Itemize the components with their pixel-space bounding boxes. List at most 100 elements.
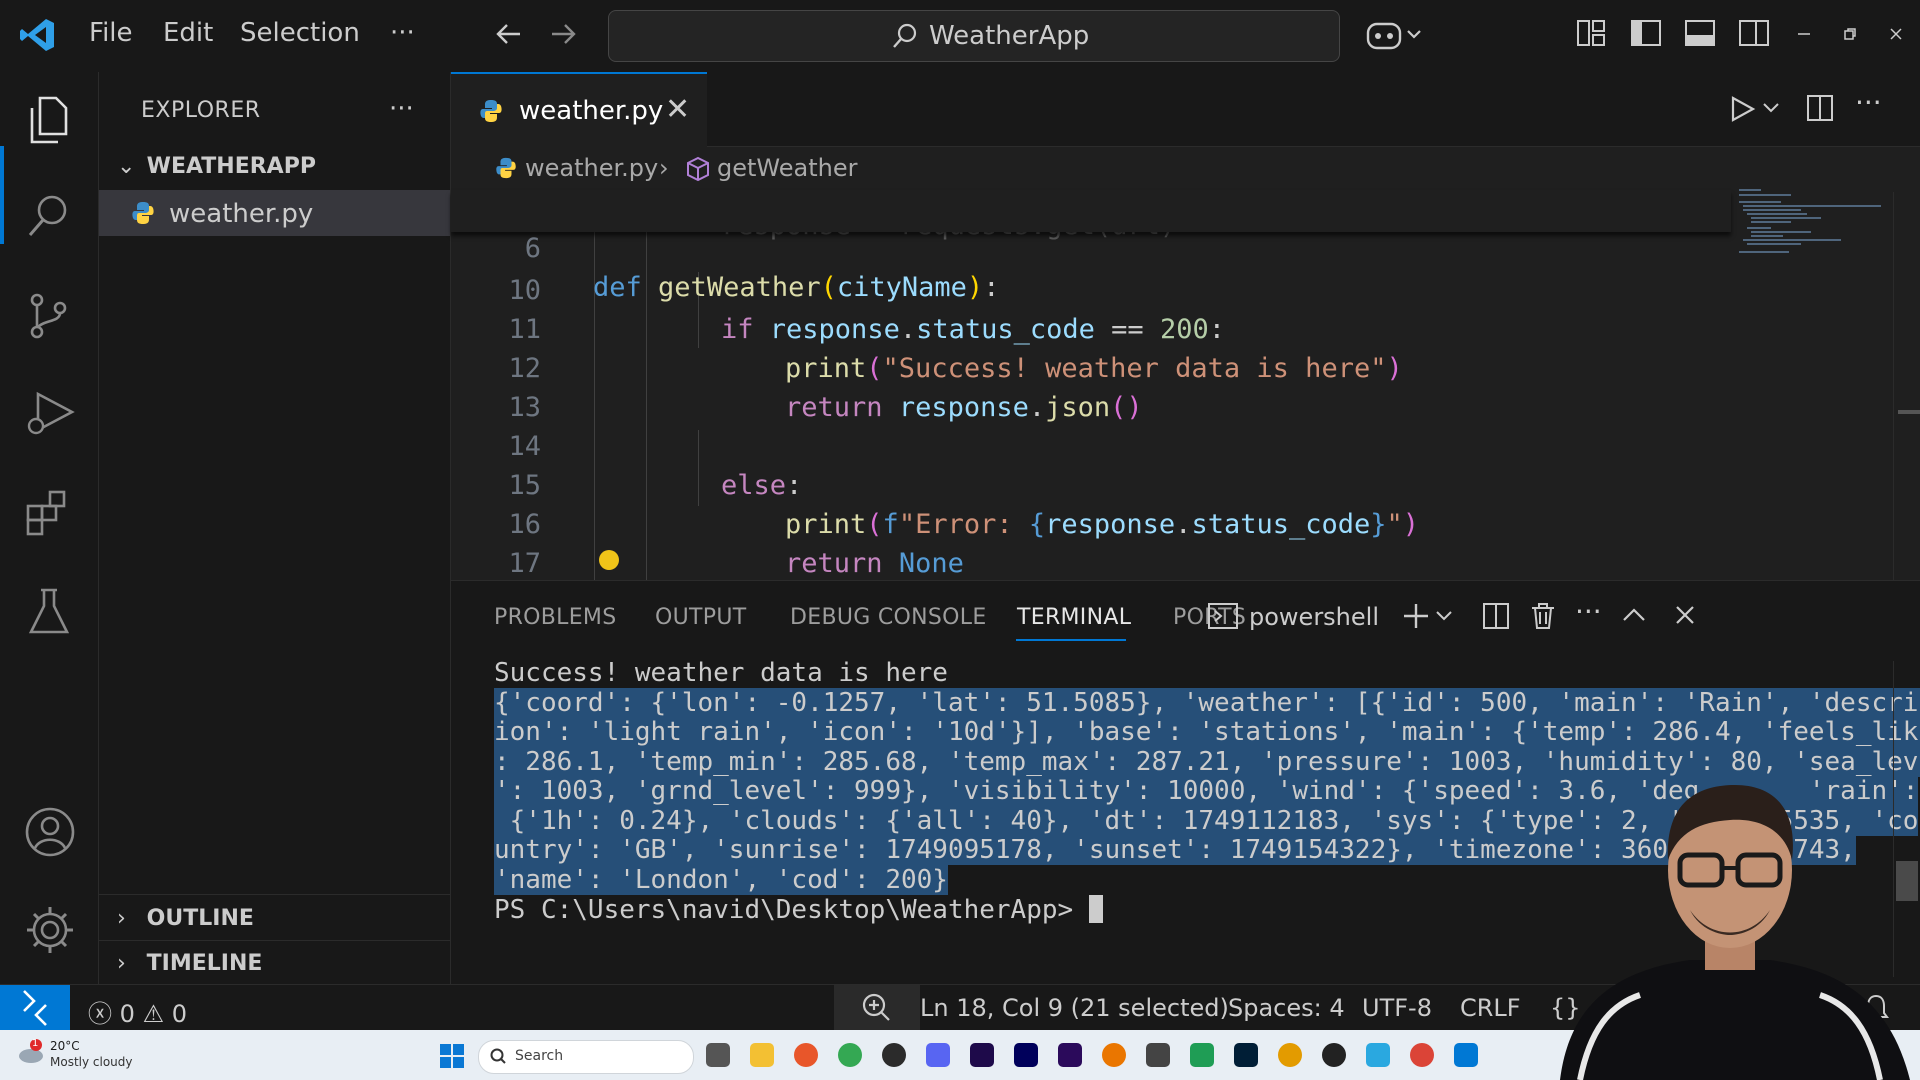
audition-icon[interactable] xyxy=(1014,1043,1038,1067)
folder-header-weatherapp[interactable]: ⌄ WEATHERAPP xyxy=(117,154,316,179)
minimize-icon[interactable] xyxy=(1796,26,1812,42)
breadcrumb-symbol[interactable]: getWeather xyxy=(717,154,857,182)
copilot-icon[interactable] xyxy=(1366,18,1422,52)
split-editor-icon[interactable] xyxy=(1805,92,1835,124)
taskbar-search[interactable]: Search xyxy=(478,1040,694,1074)
explorer-sidebar: EXPLORER ··· ⌄ WEATHERAPP weather.py › O… xyxy=(99,72,451,984)
terminal-prompt: PS C:\Users\navid\Desktop\WeatherApp> xyxy=(494,895,1089,925)
search-icon xyxy=(489,1047,507,1065)
run-dropdown-chevron-icon[interactable] xyxy=(1761,100,1781,116)
tab-output[interactable]: OUTPUT xyxy=(655,605,746,630)
weather-badge: 1 xyxy=(32,1038,39,1049)
tab-debug-console[interactable]: DEBUG CONSOLE xyxy=(790,605,987,630)
file-item-weather-py[interactable]: weather.py xyxy=(99,190,450,236)
method-cube-icon xyxy=(685,156,711,182)
tab-weather-py[interactable]: weather.py ✕ xyxy=(451,72,707,149)
premiere-icon[interactable] xyxy=(970,1043,994,1067)
weather-widget-icon[interactable] xyxy=(16,1037,46,1067)
discord-icon[interactable] xyxy=(926,1043,950,1067)
maximize-panel-chevron-up-icon[interactable] xyxy=(1621,605,1647,625)
terminal-line-selected: ion': 'light rain', 'icon': '10d'}], 'ba… xyxy=(494,717,1920,747)
split-terminal-icon[interactable] xyxy=(1481,601,1511,631)
new-terminal-plus-icon[interactable] xyxy=(1401,601,1431,631)
run-python-icon[interactable] xyxy=(1727,92,1757,126)
zoom-button[interactable] xyxy=(834,985,920,1031)
media-encoder-icon[interactable] xyxy=(1058,1043,1082,1067)
customize-layout-icon[interactable] xyxy=(1576,18,1606,48)
tab-terminal[interactable]: TERMINAL xyxy=(1017,605,1131,630)
indentation[interactable]: Spaces: 4 xyxy=(1228,994,1345,1022)
forward-arrow-icon[interactable] xyxy=(548,18,578,50)
panel-more-icon[interactable]: ··· xyxy=(1575,595,1602,628)
file-name: weather.py xyxy=(169,199,314,229)
account-icon[interactable] xyxy=(24,806,76,858)
testing-icon[interactable] xyxy=(24,586,74,638)
lightbulb-icon[interactable] xyxy=(599,550,619,570)
toggle-sidebar-icon[interactable] xyxy=(1630,18,1662,48)
editor-tabs: weather.py ✕ ··· xyxy=(451,72,1920,149)
tab-problems[interactable]: PROBLEMS xyxy=(494,605,616,630)
lock-app-icon[interactable] xyxy=(1190,1043,1214,1067)
close-window-icon[interactable] xyxy=(1888,26,1904,42)
menu-edit[interactable]: Edit xyxy=(163,18,213,48)
scrollbar-thumb[interactable] xyxy=(1898,410,1920,414)
outline-section[interactable]: › OUTLINE xyxy=(117,906,254,931)
sticky-scroll-line[interactable]: 6 def getWeather(cityName): xyxy=(451,190,1731,303)
search-icon xyxy=(891,22,919,50)
extensions-icon[interactable] xyxy=(24,486,74,538)
toggle-panel-icon[interactable] xyxy=(1684,18,1716,48)
command-center-search[interactable]: WeatherApp xyxy=(608,10,1340,62)
calendar-icon[interactable] xyxy=(1146,1043,1170,1067)
kill-terminal-trash-icon[interactable] xyxy=(1529,601,1557,631)
run-debug-icon[interactable] xyxy=(24,388,78,440)
manage-gear-icon[interactable] xyxy=(24,904,76,956)
menu-more[interactable]: ··· xyxy=(390,18,415,48)
photoshop-icon[interactable] xyxy=(1234,1043,1258,1067)
chrome-alt-icon[interactable] xyxy=(1410,1043,1434,1067)
cursor-position[interactable]: Ln 18, Col 9 (21 selected) xyxy=(920,994,1229,1022)
obs-icon[interactable] xyxy=(1322,1043,1346,1067)
terminal-line: Success! weather data is here xyxy=(494,658,948,688)
file-explorer-icon[interactable] xyxy=(750,1043,774,1067)
remote-indicator[interactable] xyxy=(0,985,70,1031)
vscode-taskbar-icon[interactable] xyxy=(1454,1043,1478,1067)
restore-icon[interactable] xyxy=(1842,26,1858,42)
app-icon[interactable] xyxy=(1278,1043,1302,1067)
toggle-secondary-sidebar-icon[interactable] xyxy=(1738,18,1770,48)
app-icon[interactable] xyxy=(1366,1043,1390,1067)
warning-icon: ⚠ xyxy=(142,1000,165,1028)
windows-start-icon[interactable] xyxy=(440,1044,464,1068)
taskbar-search-label: Search xyxy=(515,1048,564,1064)
terminal-dropdown-chevron-icon[interactable] xyxy=(1435,609,1453,623)
problems-indicator[interactable]: ⓧ 0 ⚠ 0 xyxy=(88,994,187,1029)
editor-more-icon[interactable]: ··· xyxy=(1855,86,1882,119)
chevron-right-icon: › xyxy=(117,951,126,976)
weather-desc: Mostly cloudy xyxy=(50,1055,133,1069)
menu-selection[interactable]: Selection xyxy=(240,18,360,48)
back-arrow-icon[interactable] xyxy=(494,18,524,50)
active-indicator xyxy=(0,146,4,244)
close-tab-icon[interactable]: ✕ xyxy=(665,92,690,127)
explorer-title: EXPLORER xyxy=(141,98,261,123)
explorer-more-button[interactable]: ··· xyxy=(389,94,414,124)
timeline-section[interactable]: › TIMELINE xyxy=(117,951,262,976)
search-icon[interactable] xyxy=(24,190,74,242)
terminal-cursor xyxy=(1088,895,1103,923)
source-control-icon[interactable] xyxy=(24,290,74,342)
line-ending[interactable]: CRLF xyxy=(1460,994,1521,1022)
error-icon: ⓧ xyxy=(88,1000,112,1028)
firefox-icon[interactable] xyxy=(794,1043,818,1067)
close-panel-icon[interactable] xyxy=(1673,603,1697,627)
xbox-icon[interactable] xyxy=(882,1043,906,1067)
chrome-icon[interactable] xyxy=(838,1043,862,1067)
breadcrumb-file[interactable]: weather.py xyxy=(525,154,658,182)
menu-file[interactable]: File xyxy=(89,18,133,48)
vscode-logo-icon xyxy=(18,16,56,54)
line-number: 6 xyxy=(524,233,541,264)
explorer-icon[interactable] xyxy=(24,94,74,146)
blender-icon[interactable] xyxy=(1102,1043,1126,1067)
terminal-name[interactable]: powershell xyxy=(1249,603,1379,631)
encoding[interactable]: UTF-8 xyxy=(1362,994,1432,1022)
task-view-icon[interactable] xyxy=(706,1043,730,1067)
editor-scrollbar[interactable] xyxy=(1893,192,1920,580)
